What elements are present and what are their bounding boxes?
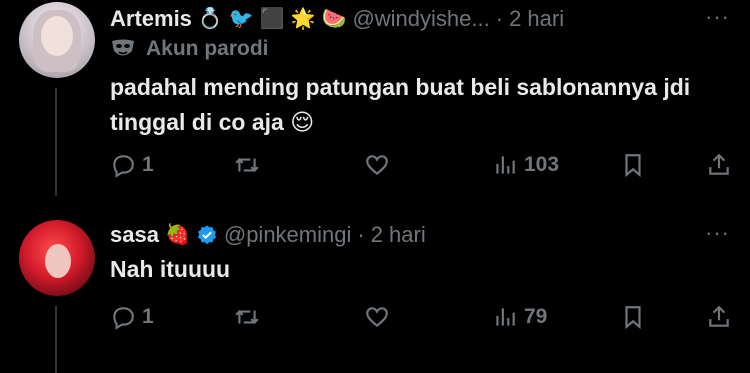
views-button[interactable]: 79 — [492, 300, 547, 334]
author-handle[interactable]: @pinkemingi — [224, 222, 352, 248]
like-icon — [366, 155, 388, 176]
retweet-icon — [235, 158, 259, 172]
like-button[interactable] — [364, 148, 390, 182]
avatar[interactable] — [19, 2, 95, 78]
tweet-text: Nah ituuuu — [110, 256, 231, 282]
views-count: 79 — [524, 305, 548, 328]
more-icon[interactable]: ··· — [705, 4, 730, 30]
bookmark-button[interactable] — [620, 300, 646, 334]
tweet-actions: 1 103 — [0, 148, 750, 182]
bookmark-icon — [625, 306, 641, 330]
reply-count: 1 — [142, 153, 154, 176]
name-emoji: 💍 — [197, 8, 223, 30]
parody-label-text: Akun parodi — [146, 37, 269, 60]
tweet[interactable]: Artemis 💍 🐦 ⬛ 🌟 🍉 @windyishe... · 2 hari… — [0, 0, 750, 196]
share-icon — [709, 153, 729, 175]
share-button[interactable] — [706, 300, 732, 334]
reply-icon — [113, 155, 134, 178]
name-emoji: 🍓 — [164, 224, 190, 246]
share-icon — [709, 305, 729, 327]
bookmark-icon — [625, 154, 641, 178]
retweet-button[interactable] — [234, 148, 260, 182]
parody-mask-icon — [112, 39, 134, 56]
views-icon — [496, 308, 515, 326]
reply-button[interactable]: 1 — [110, 148, 154, 182]
name-emoji: 🍉 — [321, 8, 347, 30]
avatar[interactable] — [19, 220, 95, 296]
like-button[interactable] — [364, 300, 390, 334]
author-handle[interactable]: @windyishe... — [352, 6, 489, 32]
separator-dot: · — [495, 6, 504, 31]
reply-count: 1 — [142, 305, 154, 328]
views-icon — [496, 156, 515, 174]
timestamp[interactable]: 2 hari — [371, 222, 426, 248]
verified-icon[interactable] — [196, 224, 218, 246]
name-emoji: 🌟 — [290, 8, 316, 30]
timestamp[interactable]: 2 hari — [509, 6, 564, 32]
views-count: 103 — [524, 153, 560, 176]
reply-icon — [113, 307, 134, 330]
retweet-button[interactable] — [234, 300, 260, 334]
separator-dot: · — [357, 222, 365, 247]
more-icon[interactable]: ··· — [705, 220, 730, 246]
author-name[interactable]: sasa — [110, 222, 159, 248]
bookmark-button[interactable] — [620, 148, 646, 182]
tweet-header: sasa 🍓 @pinkemingi · 2 hari ··· — [110, 220, 730, 250]
name-emoji: ⬛ — [259, 8, 285, 30]
views-button[interactable]: 103 — [492, 148, 559, 182]
tweet[interactable]: sasa 🍓 @pinkemingi · 2 hari ··· Nah ituu… — [0, 208, 750, 373]
tweet-text: padahal mending patungan buat beli sablo… — [110, 74, 691, 135]
tweet-header: Artemis 💍 🐦 ⬛ 🌟 🍉 @windyishe... · 2 hari… — [110, 4, 730, 34]
author-name[interactable]: Artemis — [110, 6, 192, 32]
like-icon — [366, 307, 388, 328]
name-emoji: 🐦 — [228, 8, 254, 30]
share-button[interactable] — [706, 148, 732, 182]
retweet-icon — [235, 310, 259, 324]
parody-label: Akun parodi — [110, 36, 269, 62]
tweet-actions: 1 79 — [0, 300, 750, 334]
reply-button[interactable]: 1 — [110, 300, 154, 334]
